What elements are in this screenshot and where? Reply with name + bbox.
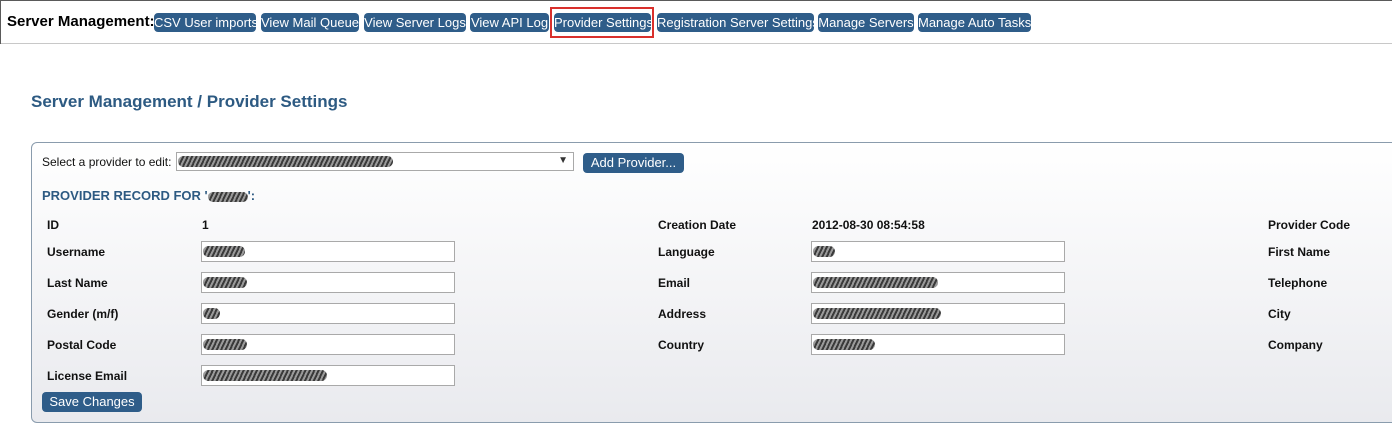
nav-registration-server-settings-button[interactable]: Registration Server Settings bbox=[657, 13, 819, 32]
provider-code-label: Provider Code bbox=[1268, 218, 1351, 232]
creation-date-value: 2012-08-30 08:54:58 bbox=[812, 218, 925, 232]
redacted-value bbox=[813, 277, 938, 288]
email-label: Email bbox=[658, 276, 691, 290]
last-name-label: Last Name bbox=[47, 276, 108, 290]
record-title-prefix: PROVIDER RECORD FOR ' bbox=[42, 188, 208, 203]
creation-date-label: Creation Date bbox=[658, 218, 737, 232]
redacted-provider-name bbox=[207, 191, 248, 202]
telephone-label: Telephone bbox=[1268, 276, 1328, 290]
language-label: Language bbox=[658, 245, 715, 259]
redacted-value bbox=[813, 339, 875, 350]
nav-view-mail-queue-button[interactable]: View Mail Queue bbox=[261, 13, 359, 32]
nav-view-server-logs-button[interactable]: View Server Logs bbox=[364, 13, 466, 32]
record-title: PROVIDER RECORD FOR ' ': bbox=[42, 188, 255, 203]
gender-label: Gender (m/f) bbox=[47, 307, 119, 321]
server-management-label: Server Management: bbox=[7, 13, 155, 30]
license-email-label: License Email bbox=[47, 369, 128, 383]
redacted-value bbox=[813, 308, 941, 319]
dropdown-arrow-icon: ▼ bbox=[558, 155, 568, 166]
username-label: Username bbox=[47, 245, 106, 259]
id-label: ID bbox=[47, 218, 59, 232]
divider bbox=[0, 0, 1, 44]
redacted-value bbox=[813, 246, 835, 257]
redacted-value bbox=[203, 308, 220, 319]
first-name-label: First Name bbox=[1268, 245, 1331, 259]
city-label: City bbox=[1268, 307, 1291, 321]
company-label: Company bbox=[1268, 338, 1323, 352]
provider-select-label: Select a provider to edit: bbox=[42, 155, 172, 169]
redacted-value bbox=[203, 246, 245, 257]
redacted-value bbox=[203, 370, 327, 381]
nav-manage-auto-tasks-button[interactable]: Manage Auto Tasks bbox=[918, 13, 1031, 32]
id-value: 1 bbox=[202, 218, 209, 232]
gender-input[interactable] bbox=[201, 303, 455, 324]
redacted-value bbox=[203, 277, 247, 288]
address-label: Address bbox=[658, 307, 707, 321]
redacted-value bbox=[178, 156, 393, 167]
active-nav-highlight bbox=[550, 7, 654, 38]
save-changes-button[interactable]: Save Changes bbox=[42, 392, 142, 412]
country-label: Country bbox=[658, 338, 704, 352]
page-title: Server Management / Provider Settings bbox=[31, 92, 348, 111]
redacted-value bbox=[203, 339, 247, 350]
nav-view-api-log-button[interactable]: View API Log bbox=[470, 13, 549, 32]
add-provider-button[interactable]: Add Provider... bbox=[583, 153, 684, 173]
record-title-suffix: ': bbox=[247, 188, 256, 203]
postal-code-label: Postal Code bbox=[47, 338, 117, 352]
nav-manage-servers-button[interactable]: Manage Servers bbox=[818, 13, 914, 32]
nav-csv-user-imports-button[interactable]: CSV User imports bbox=[154, 13, 258, 32]
language-input[interactable] bbox=[811, 241, 1065, 262]
